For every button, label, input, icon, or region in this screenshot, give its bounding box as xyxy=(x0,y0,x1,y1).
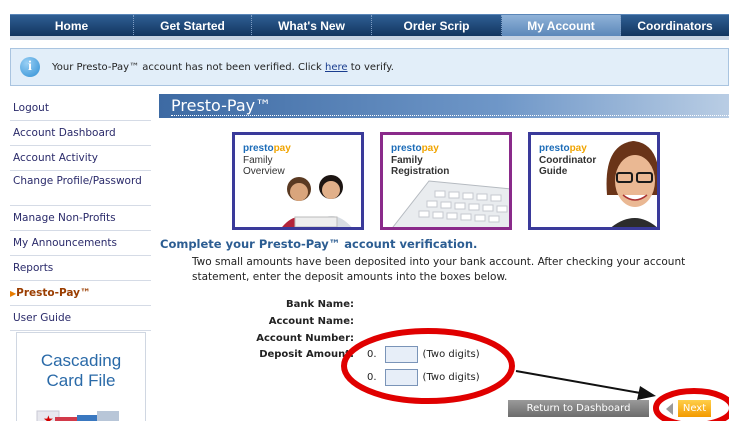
back-arrow-icon xyxy=(666,403,673,415)
tile-brand: prestopay xyxy=(539,143,587,154)
next-button[interactable]: Next xyxy=(678,400,711,417)
deposit-amount-label: Deposit Amount: xyxy=(259,349,354,360)
family-photo xyxy=(282,175,352,227)
brand-pay: pay xyxy=(569,143,587,154)
section-header: Presto-Pay™ xyxy=(159,94,729,118)
bank-name-label: Bank Name: xyxy=(286,299,354,310)
sidebar-item-logout[interactable]: Logout xyxy=(10,96,151,121)
tile-family-registration[interactable]: prestopay Family Registration xyxy=(380,132,512,230)
brand-presto: presto xyxy=(243,143,274,154)
annotation-arrow-head-icon xyxy=(637,386,656,400)
svg-text:★: ★ xyxy=(43,413,54,421)
brand-pay: pay xyxy=(273,143,291,154)
sidebar-item-account-dashboard[interactable]: Account Dashboard xyxy=(10,121,151,146)
deposit-prefix: 0. xyxy=(367,372,377,383)
tile-family-overview[interactable]: prestopay Family Overview xyxy=(232,132,364,230)
deposit-hint: (Two digits) xyxy=(422,372,480,383)
tile-coordinator-guide[interactable]: prestopay Coordinator Guide xyxy=(528,132,660,230)
nav-home[interactable]: Home xyxy=(10,15,134,37)
annotation-ellipse-deposit xyxy=(341,328,515,404)
info-icon: i xyxy=(20,57,40,77)
deposit-prefix: 0. xyxy=(367,349,377,360)
deposit-hint: (Two digits) xyxy=(422,349,480,360)
nav-my-account[interactable]: My Account xyxy=(502,15,621,37)
keyboard-photo xyxy=(392,180,509,227)
deposit-amount-2-input[interactable] xyxy=(384,369,418,386)
nav-order-scrip[interactable]: Order Scrip xyxy=(372,15,502,37)
brand-presto: presto xyxy=(391,143,422,154)
verification-title: Complete your Presto-Pay™ account verifi… xyxy=(160,237,478,251)
nav-get-started[interactable]: Get Started xyxy=(134,15,252,37)
nav-whats-new[interactable]: What's New xyxy=(252,15,372,37)
deposit-row-1: 0. (Two digits) xyxy=(367,346,480,363)
sidebar-item-account-activity[interactable]: Account Activity xyxy=(10,146,151,171)
tile-caption: Coordinator Guide xyxy=(539,155,597,177)
tile-caption: Family Registration xyxy=(391,155,450,177)
gift-cards-image: ★ xyxy=(36,410,119,421)
coordinator-photo xyxy=(606,141,657,227)
cascading-card-file-promo[interactable]: Cascading Card File ★ xyxy=(16,332,146,421)
annotation-arrow-line xyxy=(515,370,647,395)
alert-text-pre: Your Presto-Pay™ account has not been ve… xyxy=(52,61,325,73)
account-name-label: Account Name: xyxy=(268,316,354,327)
deposit-amount-1-input[interactable] xyxy=(384,346,418,363)
sidebar-item-user-guide[interactable]: User Guide xyxy=(10,306,151,331)
sidebar-item-manage-non-profits[interactable]: Manage Non-Profits xyxy=(10,206,151,231)
brand-presto: presto xyxy=(539,143,570,154)
tile-brand: prestopay xyxy=(391,143,439,154)
verify-link[interactable]: here xyxy=(325,62,348,73)
nav-shadow xyxy=(10,36,729,40)
deposit-row-2: 0. (Two digits) xyxy=(367,369,480,386)
brand-pay: pay xyxy=(421,143,439,154)
sidebar-item-my-announcements[interactable]: My Announcements xyxy=(10,231,151,256)
verification-alert: i Your Presto-Pay™ account has not been … xyxy=(10,48,729,86)
sidebar: Logout Account Dashboard Account Activit… xyxy=(10,96,151,421)
alert-text-post: to verify. xyxy=(347,61,394,73)
sidebar-item-reports[interactable]: Reports xyxy=(10,256,151,281)
nav-coordinators[interactable]: Coordinators xyxy=(621,15,729,37)
alert-message: Your Presto-Pay™ account has not been ve… xyxy=(52,62,394,73)
top-nav: Home Get Started What's New Order Scrip … xyxy=(10,14,729,37)
promo-line-1: Cascading xyxy=(40,351,122,370)
tile-brand: prestopay xyxy=(243,143,291,154)
verification-instructions: Two small amounts have been deposited in… xyxy=(192,256,686,283)
return-to-dashboard-button[interactable]: Return to Dashboard xyxy=(508,400,649,417)
sidebar-item-presto-pay[interactable]: ▶Presto-Pay™ xyxy=(10,281,151,306)
account-number-label: Account Number: xyxy=(256,333,354,344)
sidebar-item-change-profile[interactable]: Change Profile/Password xyxy=(10,171,151,206)
promo-line-2: Card File xyxy=(46,371,116,390)
header-divider xyxy=(171,115,729,116)
sidebar-item-label: Presto-Pay™ xyxy=(16,287,91,299)
